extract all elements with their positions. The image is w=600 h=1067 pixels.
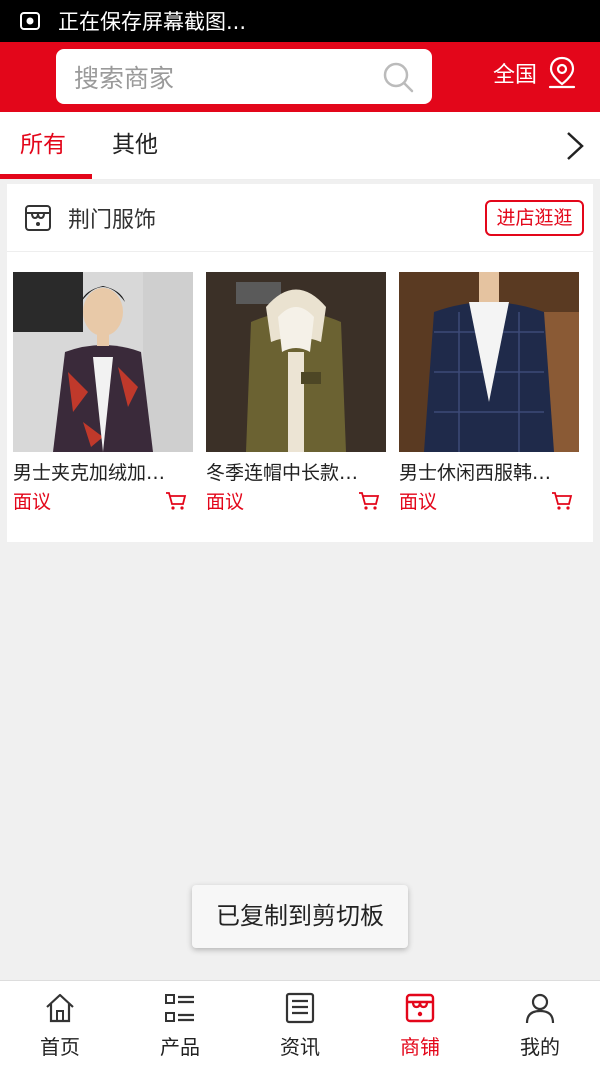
search-placeholder: 搜索商家: [74, 63, 175, 93]
search-input[interactable]: 搜索商家: [56, 49, 432, 104]
cart-icon[interactable]: [165, 491, 187, 511]
store-icon: [405, 993, 435, 1023]
store-icon: [25, 205, 51, 231]
chevron-right-icon[interactable]: [564, 130, 586, 162]
product-card[interactable]: 男士夹克加绒加… 面议: [13, 272, 193, 515]
product-title[interactable]: 男士休闲西服韩…: [399, 458, 577, 485]
region-label: 全国: [493, 63, 538, 88]
category-tabs: 所有 其他: [0, 112, 600, 180]
nav-label: 商铺: [400, 1035, 440, 1059]
screenshot-icon: [20, 12, 40, 30]
header: 搜索商家 全国: [0, 42, 600, 112]
nav-label: 产品: [160, 1035, 200, 1059]
nav-label: 首页: [40, 1035, 80, 1059]
news-icon: [285, 992, 315, 1024]
shop-card: 荆门服饰 进店逛逛 男士夹克加绒加… 面议 冬季连帽中长款… 面议 男士休闲西服…: [7, 184, 593, 542]
status-bar: 正在保存屏幕截图...: [0, 0, 600, 42]
nav-item-me[interactable]: 我的: [480, 981, 600, 1067]
product-price-row: 面议: [206, 485, 386, 515]
product-price-row: 面议: [13, 485, 193, 515]
product-image[interactable]: [399, 272, 579, 452]
status-text: 正在保存屏幕截图...: [58, 10, 247, 34]
product-price: 面议: [206, 491, 245, 513]
nav-item-stores[interactable]: 商铺: [360, 981, 480, 1067]
user-icon: [525, 993, 555, 1024]
product-price: 面议: [13, 491, 52, 513]
product-image[interactable]: [206, 272, 386, 452]
region-selector[interactable]: 全国: [493, 56, 577, 90]
nav-label: 资讯: [280, 1035, 320, 1059]
tab-all[interactable]: 所有: [20, 112, 66, 180]
cart-icon[interactable]: [551, 491, 573, 511]
search-icon[interactable]: [382, 61, 414, 93]
product-image[interactable]: [13, 272, 193, 452]
home-icon: [46, 993, 74, 1023]
tab-other[interactable]: 其他: [112, 112, 158, 180]
nav-item-products[interactable]: 产品: [120, 981, 240, 1067]
nav-label: 我的: [520, 1035, 560, 1059]
bottom-nav: 首页 产品 资讯 商铺 我的: [0, 980, 600, 1067]
shop-name[interactable]: 荆门服饰: [68, 202, 156, 234]
product-card[interactable]: 冬季连帽中长款… 面议: [206, 272, 386, 515]
product-title[interactable]: 冬季连帽中长款…: [206, 458, 384, 485]
product-title[interactable]: 男士夹克加绒加…: [13, 458, 191, 485]
active-tab-indicator: [0, 174, 92, 179]
list-icon: [165, 994, 194, 1022]
product-price-row: 面议: [399, 485, 579, 515]
toast-message: 已复制到剪切板: [192, 885, 408, 948]
nav-item-news[interactable]: 资讯: [240, 981, 360, 1067]
shop-header: 荆门服饰 进店逛逛: [7, 184, 593, 252]
nav-item-home[interactable]: 首页: [0, 981, 120, 1067]
location-pin-icon: [548, 56, 576, 89]
product-card[interactable]: 男士休闲西服韩… 面议: [399, 272, 579, 515]
product-price: 面议: [399, 491, 438, 513]
visit-shop-button[interactable]: 进店逛逛: [485, 200, 584, 236]
cart-icon[interactable]: [358, 491, 380, 511]
